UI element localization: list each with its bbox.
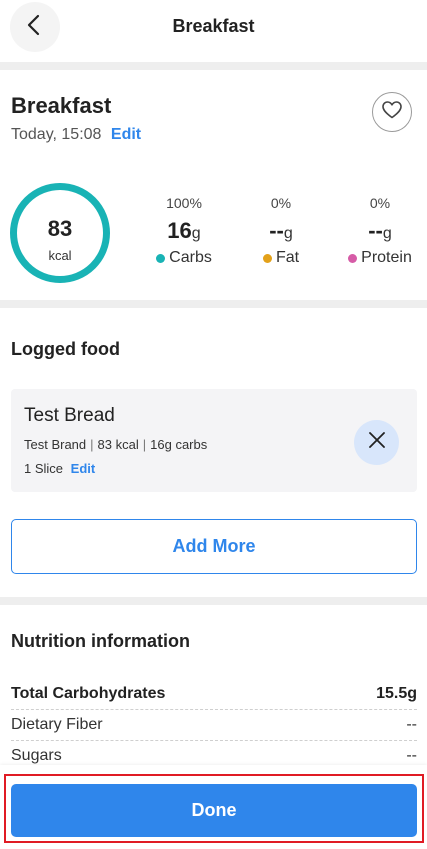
nutrition-value: -- [406, 716, 417, 733]
food-carbs: 16g carbs [150, 437, 208, 452]
page-title: Breakfast [172, 16, 255, 36]
highlight-box [4, 774, 424, 843]
close-icon [368, 431, 386, 454]
macro-label: Protein [361, 249, 412, 266]
nutrition-value: 15.5g [376, 685, 417, 702]
top-bar: Breakfast [0, 0, 427, 62]
edit-time-link[interactable]: Edit [111, 126, 141, 143]
macro-unit: g [283, 225, 293, 242]
divider [0, 597, 427, 605]
separator: | [142, 437, 147, 452]
food-serving: 1 Slice [24, 461, 64, 476]
food-serving-row: 1 Slice Edit [24, 461, 95, 476]
calorie-ring: 83 kcal [10, 183, 110, 283]
macro-carbs: 100% 16g Carbs [139, 195, 229, 267]
macro-label: Fat [275, 249, 300, 266]
food-calories: 83 kcal [97, 437, 139, 452]
macro-unit: g [191, 225, 201, 242]
food-name: Test Bread [24, 405, 115, 426]
edit-serving-link[interactable]: Edit [71, 461, 96, 476]
macro-amount: 16 [167, 218, 192, 243]
remove-food-button[interactable] [354, 420, 399, 465]
fat-dot-icon [262, 253, 272, 263]
divider [0, 300, 427, 308]
macro-percent: 0% [270, 195, 292, 211]
carbs-dot-icon [156, 253, 166, 263]
nutrition-label: Total Carbohydrates [11, 685, 166, 702]
macro-percent: 100% [166, 195, 202, 211]
macro-protein: 0% --g Protein [335, 195, 425, 267]
meal-time: Today, 15:08 [11, 126, 102, 143]
heart-icon [382, 100, 402, 124]
separator: | [90, 437, 94, 452]
food-item-card[interactable]: Test Bread Test Brand | 83 kcal | 16g carbs … [11, 389, 417, 492]
favorite-button[interactable] [372, 92, 412, 132]
macro-amount: -- [368, 218, 383, 243]
food-meta: Test Brand | 83 kcal | 16g carbs [24, 437, 207, 452]
calorie-value: 83 [47, 216, 73, 241]
nutrition-label: Sugars [11, 747, 62, 764]
divider [0, 62, 427, 70]
logged-food-title: Logged food [11, 339, 120, 359]
nutrition-value: -- [406, 747, 417, 764]
food-brand: Test Brand [24, 437, 87, 452]
meal-title: Breakfast [11, 93, 112, 118]
nutrition-row: Total Carbohydrates 15.5g [11, 679, 417, 710]
macro-label: Carbs [169, 249, 212, 266]
nutrition-row: Dietary Fiber -- [11, 710, 417, 741]
macro-amount: -- [269, 218, 284, 243]
meal-time-row: Today, 15:08 Edit [11, 126, 141, 144]
calorie-unit: kcal [48, 248, 72, 263]
protein-dot-icon [348, 253, 358, 263]
macro-unit: g [382, 225, 392, 242]
nutrition-title: Nutrition information [11, 631, 190, 651]
nutrition-label: Dietary Fiber [11, 716, 103, 733]
macro-percent: 0% [369, 195, 391, 211]
macro-fat: 0% --g Fat [236, 195, 326, 267]
add-more-button[interactable]: Add More [11, 519, 417, 574]
